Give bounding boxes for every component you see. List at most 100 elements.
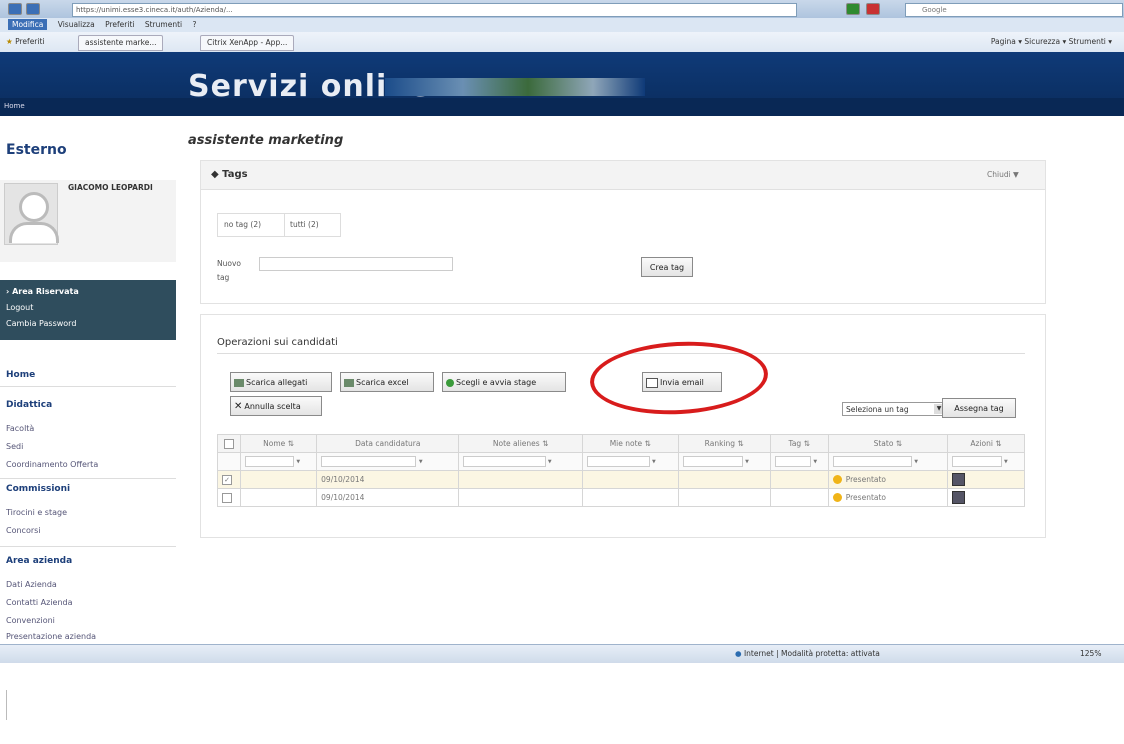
favorites-label[interactable]: Preferiti [15,37,44,46]
cell-nome [239,488,318,507]
sidebar-link-presentazione[interactable]: Presentazione azienda [6,632,96,641]
search-field[interactable]: Google [905,3,1123,17]
nav-area-riservata[interactable]: › Area Riservata [0,284,176,300]
back-icon[interactable] [8,3,22,15]
ie-tools[interactable]: Pagina ▾ Sicurezza ▾ Strumenti ▾ [991,32,1112,52]
menu-item-visualizza[interactable]: Visualizza [58,20,95,29]
url-field[interactable]: https://unimi.esse3.cineca.it/auth/Azien… [72,3,797,17]
sidebar-link-contatti[interactable]: Contatti Azienda [6,598,73,607]
col-azioni: Azioni ⇅ [946,434,1026,453]
filter-cell[interactable]: ▾ [677,452,771,471]
tag-tab-no-tag[interactable]: no tag (2) [224,220,261,229]
nav-logout[interactable]: Logout [0,300,176,316]
cell-mie-note [581,488,679,507]
cell-tag [769,488,829,507]
col-mie-note[interactable]: Mie note ⇅ [581,434,679,453]
download-attachments-button[interactable]: Scarica allegati [230,372,332,392]
filter-cell[interactable]: ▾ [946,452,1026,471]
filter-cell[interactable]: ▾ [458,452,583,471]
row-checkbox[interactable] [222,492,232,503]
filter-cell[interactable]: ▾ [769,452,829,471]
tab-citrix[interactable]: Citrix XenApp - App... [200,35,295,51]
sidebar-link-convenzioni[interactable]: Convenzioni [6,616,55,625]
detail-action-icon[interactable] [951,491,965,504]
refresh-icon[interactable] [846,3,860,15]
assign-tag-button[interactable]: Assegna tag [942,398,1016,418]
col-data[interactable]: Data candidatura [316,434,460,453]
col-stato-label: Stato [873,439,894,448]
status-text: Presentato [845,474,887,484]
zoom-level[interactable]: 125% [1080,645,1101,663]
tag-tab-tutti[interactable]: tutti (2) [290,220,319,229]
divider [0,546,176,547]
col-nome[interactable]: Nome ⇅ [239,434,318,453]
filter-input[interactable] [245,456,294,467]
sidebar-link-dati-azienda[interactable]: Dati Azienda [6,580,57,589]
col-note-alienes[interactable]: Note alienes ⇅ [458,434,583,453]
filter-row: ▾ ▾ ▾ ▾ ▾ ▾ ▾ ▾ [217,452,1026,471]
excel-icon [344,378,354,387]
sidebar-link-tirocini[interactable]: Tirocini e stage [6,508,67,517]
row-checkbox[interactable]: ✓ [222,474,232,485]
col-stato[interactable]: Stato ⇅ [827,434,948,453]
menu-item-preferiti[interactable]: Preferiti [105,20,134,29]
sidebar-home[interactable]: Home [6,370,35,380]
filter-input[interactable] [832,456,912,467]
sidebar-didattica-title: Didattica [6,400,53,410]
nav-area-riservata-label: Area Riservata [12,287,79,296]
sidebar-link-facolta[interactable]: Facoltà [6,424,34,433]
stage-icon [446,378,454,387]
user-name: GIACOMO LEOPARDI [68,183,153,192]
filter-cell[interactable]: ▾ [239,452,318,471]
download-excel-button[interactable]: Scarica excel [340,372,434,392]
sidebar-link-sedi[interactable]: Sedi [6,442,23,451]
header-banner-image [385,78,645,96]
filter-input[interactable] [463,456,546,467]
col-tag[interactable]: Tag ⇅ [769,434,829,453]
detail-action-icon[interactable] [951,473,965,486]
table-row[interactable]: ✓ 09/10/2014 Presentato [217,470,1026,489]
menu-item-strumenti[interactable]: Strumenti [145,20,182,29]
avatar-head-icon [19,192,49,222]
sidebar-link-concorsi[interactable]: Concorsi [6,526,41,535]
tags-close-link[interactable]: Chiudi ▼ [987,170,1019,179]
cancel-choice-label: Annulla scelta [244,402,301,411]
col-ranking[interactable]: Ranking ⇅ [677,434,771,453]
stop-icon[interactable] [866,3,880,15]
sidebar-link-coordinamento[interactable]: Coordinamento Offerta [6,460,98,469]
sidebar-area-azienda-title: Area azienda [6,556,73,566]
choose-start-stage-button[interactable]: Scegli e avvia stage [442,372,566,392]
divider [284,214,285,236]
tab-assistente[interactable]: assistente marke... [78,35,164,51]
filter-cell[interactable]: ▾ [827,452,948,471]
divider [0,386,176,387]
filter-input[interactable] [682,456,743,467]
create-tag-button[interactable]: Crea tag [641,257,693,277]
filter-cell[interactable]: ▾ [581,452,679,471]
new-tag-input[interactable] [259,257,453,271]
filter-input[interactable] [321,456,417,467]
tags-panel-title: ◆ Tags [211,169,248,180]
menu-item-modifica[interactable]: Modifica [8,19,48,30]
header-strip [0,98,1124,116]
cancel-choice-button[interactable]: ✕ Annulla scelta [230,396,322,416]
attachment-icon [234,378,244,387]
tags-title-text: Tags [222,169,248,180]
select-all-checkbox[interactable] [224,438,234,449]
filter-input[interactable] [586,456,650,467]
filter-input[interactable] [951,456,1002,467]
col-nome-label: Nome [263,439,286,448]
forward-icon[interactable] [26,3,40,15]
col-data-label: Data candidatura [355,439,421,448]
divider [0,478,176,479]
table-header-row: Nome ⇅ Data candidatura Note alienes ⇅ M… [217,434,1026,453]
menu-item-help[interactable]: ? [193,20,197,29]
filter-input[interactable] [774,456,811,467]
page-title: assistente marketing [188,133,344,148]
favorites-star-icon[interactable]: ★ [6,37,13,46]
header-home-link[interactable]: Home [4,102,25,110]
select-tag-dropdown[interactable]: Seleziona un tag ▼ [842,402,946,416]
table-row[interactable]: 09/10/2014 Presentato [217,488,1026,507]
nav-cambia-password[interactable]: Cambia Password [0,316,176,332]
filter-cell[interactable]: ▾ [316,452,460,471]
